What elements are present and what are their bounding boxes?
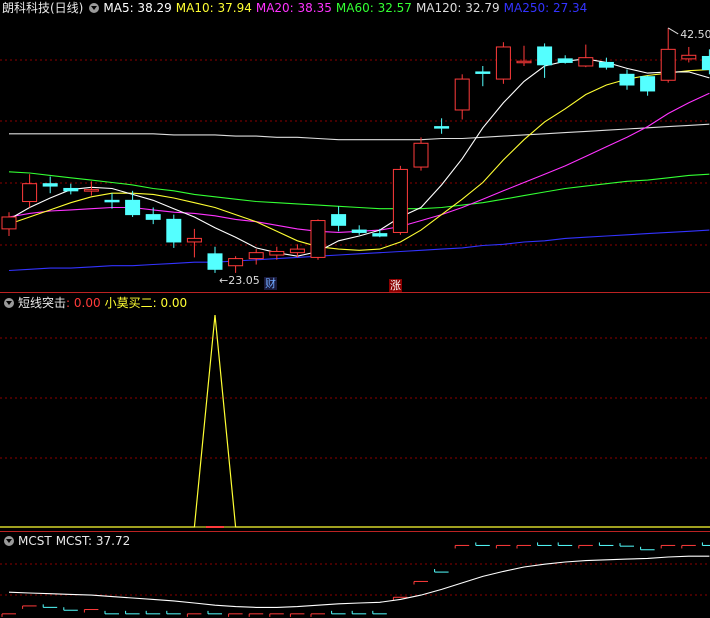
candle-body-33 — [681, 54, 697, 60]
candle-body-13 — [269, 250, 285, 256]
candle-body-25 — [516, 60, 532, 64]
candle-body-10 — [207, 253, 223, 270]
candle-body-19 — [392, 168, 408, 233]
signal-line — [0, 314, 710, 528]
candle-body-31 — [640, 76, 656, 92]
candle-body-8 — [166, 218, 182, 243]
candle-body-29 — [598, 61, 614, 68]
candle-body-4 — [83, 189, 99, 192]
candle-body-27 — [557, 58, 573, 63]
candle-body-7 — [145, 214, 161, 220]
candle-body-11 — [228, 258, 244, 267]
limit-up-tag[interactable]: 涨 — [389, 279, 402, 292]
candle-body-18 — [372, 233, 388, 237]
candle-body-3 — [63, 187, 79, 192]
main-chart-panel: 朗科科技(日线) MA5: 38.29 MA10: 37.94 MA20: 38.35… — [0, 0, 710, 292]
candle-body-6 — [125, 199, 141, 216]
signal-chart[interactable] — [0, 293, 710, 531]
financial-report-tag[interactable]: 财 — [264, 277, 277, 290]
ma10-line — [8, 69, 710, 251]
candle-body-1 — [22, 183, 38, 203]
candle-body-28 — [578, 57, 594, 67]
candle-body-12 — [248, 252, 264, 260]
candle-body-2 — [42, 183, 58, 187]
mcst-chart[interactable] — [0, 532, 710, 618]
candle-body-30 — [619, 73, 635, 86]
candle-body-20 — [413, 142, 429, 168]
mcst-panel: MCST MCST: 37.72 — [0, 532, 710, 618]
high-price-label: 42.50 — [680, 28, 710, 41]
candle-body-14 — [289, 248, 305, 254]
candle-body-24 — [495, 46, 511, 80]
high-pointer — [667, 27, 679, 35]
candle-body-16 — [331, 214, 347, 226]
ma60-line — [8, 171, 710, 210]
candle-body-23 — [475, 71, 491, 74]
candle-body-5 — [104, 199, 120, 203]
candle-body-21 — [434, 126, 450, 129]
candle-body-15 — [310, 220, 326, 258]
candlestick-chart[interactable]: 42.50 ←23.05 — [0, 0, 710, 292]
ma120-line — [9, 123, 710, 141]
ma20-line — [8, 92, 710, 233]
candle-body-22 — [454, 78, 470, 111]
mcst-line — [8, 555, 710, 608]
candle-body-34 — [701, 55, 710, 71]
candle-body-32 — [660, 48, 676, 81]
candle-body-17 — [351, 229, 367, 233]
candle-body-26 — [537, 46, 553, 66]
candle-body-9 — [186, 237, 202, 243]
candle-body-0 — [1, 216, 17, 230]
indicator-panel: 短线突击: 0.00 小莫买二: 0.00 — [0, 293, 710, 531]
low-price-label: ←23.05 — [219, 274, 260, 287]
